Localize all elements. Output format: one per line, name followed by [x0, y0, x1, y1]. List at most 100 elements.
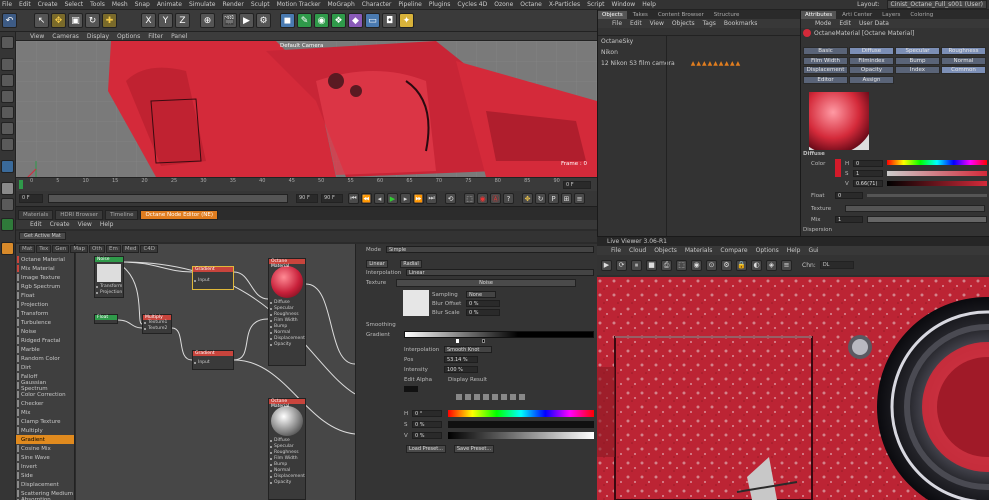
- menu-pipeline[interactable]: Pipeline: [398, 1, 421, 8]
- play-icon[interactable]: ▶: [387, 193, 398, 204]
- lock-icon[interactable]: [1, 198, 14, 211]
- obj-menu-tags[interactable]: Tags: [703, 20, 716, 27]
- material-tags[interactable]: ▲▲▲▲▲▲▲▲▲: [691, 60, 742, 67]
- node-type-item[interactable]: Clamp Texture: [16, 417, 74, 426]
- edges-mode-icon[interactable]: [1, 122, 14, 135]
- lv-menu-compare[interactable]: Compare: [720, 247, 747, 254]
- deformer-icon[interactable]: ◆: [348, 13, 363, 28]
- settings-icon[interactable]: ⚙: [721, 259, 732, 271]
- render-settings-icon[interactable]: ⚙: [256, 13, 271, 28]
- node-type-item[interactable]: Octane Material: [16, 255, 74, 264]
- prev-frame-icon[interactable]: ◂: [374, 193, 385, 204]
- rot-key-icon[interactable]: ↻: [535, 193, 546, 204]
- linear-button[interactable]: Linear: [366, 260, 388, 268]
- node-type-item[interactable]: Checker: [16, 399, 74, 408]
- pla-key-icon[interactable]: ⊞: [561, 193, 572, 204]
- ne-menu-create[interactable]: Create: [50, 221, 70, 228]
- multiply-node[interactable]: Multiply Texture1 Texture2: [142, 314, 172, 334]
- camera-icon[interactable]: ◘: [382, 13, 397, 28]
- scale-icon[interactable]: ▣: [68, 13, 83, 28]
- node-type-item[interactable]: Noise: [16, 327, 74, 336]
- x-axis-button[interactable]: X: [141, 13, 156, 28]
- model-mode-icon[interactable]: [1, 58, 14, 71]
- texture-slot[interactable]: [845, 205, 985, 212]
- swatches-icon[interactable]: [519, 394, 525, 400]
- float-field[interactable]: 0: [835, 192, 863, 199]
- workplane-icon[interactable]: [1, 90, 14, 103]
- node-type-item[interactable]: Transform: [16, 309, 74, 318]
- rgb-mode-icon[interactable]: [483, 394, 489, 400]
- channel-button-diffuse[interactable]: Diffuse: [849, 47, 894, 55]
- menu-mograph[interactable]: MoGraph: [328, 1, 355, 8]
- color-wheel-icon[interactable]: [456, 394, 462, 400]
- channel-button-basic[interactable]: Basic: [803, 47, 848, 55]
- axis-mode-icon[interactable]: [1, 160, 14, 173]
- node-type-item[interactable]: Turbulence: [16, 318, 74, 327]
- node-graph-canvas[interactable]: Noise Transform Projection Float Gradien…: [76, 244, 355, 500]
- live-select-icon[interactable]: ↖: [34, 13, 49, 28]
- menu-sculpt[interactable]: Sculpt: [251, 1, 270, 8]
- cat-tab-oth[interactable]: Oth: [89, 245, 105, 253]
- channels-icon[interactable]: ≡: [781, 259, 792, 271]
- pos-key-icon[interactable]: ✥: [522, 193, 533, 204]
- tab-timeline[interactable]: Timeline: [105, 210, 139, 220]
- menu-window[interactable]: Window: [612, 1, 636, 8]
- obj-menu-file[interactable]: File: [612, 20, 622, 27]
- octane-material-node-2[interactable]: Octane Material Diffuse Specular Roughne…: [268, 398, 306, 500]
- menu-script[interactable]: Script: [587, 1, 604, 8]
- edit-alpha-checkbox[interactable]: Edit Alpha: [404, 377, 432, 383]
- get-active-mat-button[interactable]: Get Active Mat: [19, 232, 66, 240]
- node-type-item[interactable]: Rgb Spectrum: [16, 282, 74, 291]
- channel-button-assign[interactable]: Assign: [849, 75, 894, 84]
- channel-button-film-width[interactable]: Film Width: [803, 56, 848, 65]
- cat-tab-map[interactable]: Map: [70, 245, 88, 253]
- menu-edit[interactable]: Edit: [19, 1, 31, 8]
- channel-button-editor[interactable]: Editor: [803, 75, 848, 84]
- channel-button-common[interactable]: Common: [941, 66, 986, 74]
- tab-layers[interactable]: Layers: [878, 11, 904, 19]
- cat-tab-em[interactable]: Em: [105, 245, 121, 253]
- tab-node-editor[interactable]: Octane Node Editor (NE): [140, 210, 218, 220]
- color-swatch[interactable]: [404, 386, 418, 392]
- next-key-icon[interactable]: ⏩: [413, 193, 424, 204]
- cat-tab-mat[interactable]: Mat: [19, 245, 36, 253]
- go-end-icon[interactable]: ⏭: [426, 193, 437, 204]
- channel-button-index[interactable]: Index: [895, 66, 940, 74]
- menu-plugins[interactable]: Plugins: [429, 1, 451, 8]
- intensity-field[interactable]: 100 %: [444, 366, 478, 373]
- menu-help[interactable]: Help: [642, 1, 656, 8]
- channel-button-filmindex[interactable]: Filmindex: [849, 56, 894, 65]
- stop-icon[interactable]: ■: [646, 259, 657, 271]
- max-frame-field[interactable]: 90 F: [321, 194, 343, 203]
- h-field[interactable]: 0 °: [412, 410, 442, 417]
- pin-opacity[interactable]: Opacity: [269, 342, 305, 348]
- menu-character[interactable]: Character: [362, 1, 392, 8]
- interpolation-select[interactable]: Linear: [406, 269, 594, 276]
- subdivision-icon[interactable]: ◉: [314, 13, 329, 28]
- attr-menu-edit[interactable]: Edit: [839, 20, 851, 27]
- pick-focus-icon[interactable]: ⊙: [706, 259, 717, 271]
- cube-icon[interactable]: ◼: [280, 13, 295, 28]
- vp-menu-panel[interactable]: Panel: [171, 33, 187, 40]
- menu-select[interactable]: Select: [65, 1, 84, 8]
- clay-icon[interactable]: ◐: [751, 259, 762, 271]
- tab-objects[interactable]: Objects: [598, 10, 627, 19]
- obj-menu-objects[interactable]: Objects: [672, 20, 695, 27]
- node-type-item[interactable]: Color Correction: [16, 390, 74, 399]
- obj-menu-edit[interactable]: Edit: [630, 20, 642, 27]
- color-swatch[interactable]: [835, 159, 841, 177]
- color-s-field[interactable]: 1: [853, 170, 883, 177]
- menu-motion-tracker[interactable]: Motion Tracker: [277, 1, 321, 8]
- prev-key-icon[interactable]: ⏪: [361, 193, 372, 204]
- gradient-node-1[interactable]: Gradient Input: [192, 266, 234, 290]
- attr-menu-mode[interactable]: Mode: [815, 20, 831, 27]
- undo-button[interactable]: ↶: [2, 13, 17, 28]
- menu-create[interactable]: Create: [38, 1, 58, 8]
- record-icon[interactable]: ◉: [477, 193, 488, 204]
- send-scene-icon[interactable]: ▶: [601, 259, 612, 271]
- coordinate-icon[interactable]: ⊕: [200, 13, 215, 28]
- restart-icon[interactable]: ⟳: [616, 259, 627, 271]
- vp-menu-filter[interactable]: Filter: [148, 33, 163, 40]
- rotate-icon[interactable]: ↻: [85, 13, 100, 28]
- timeline-menu-icon[interactable]: ≡: [574, 193, 585, 204]
